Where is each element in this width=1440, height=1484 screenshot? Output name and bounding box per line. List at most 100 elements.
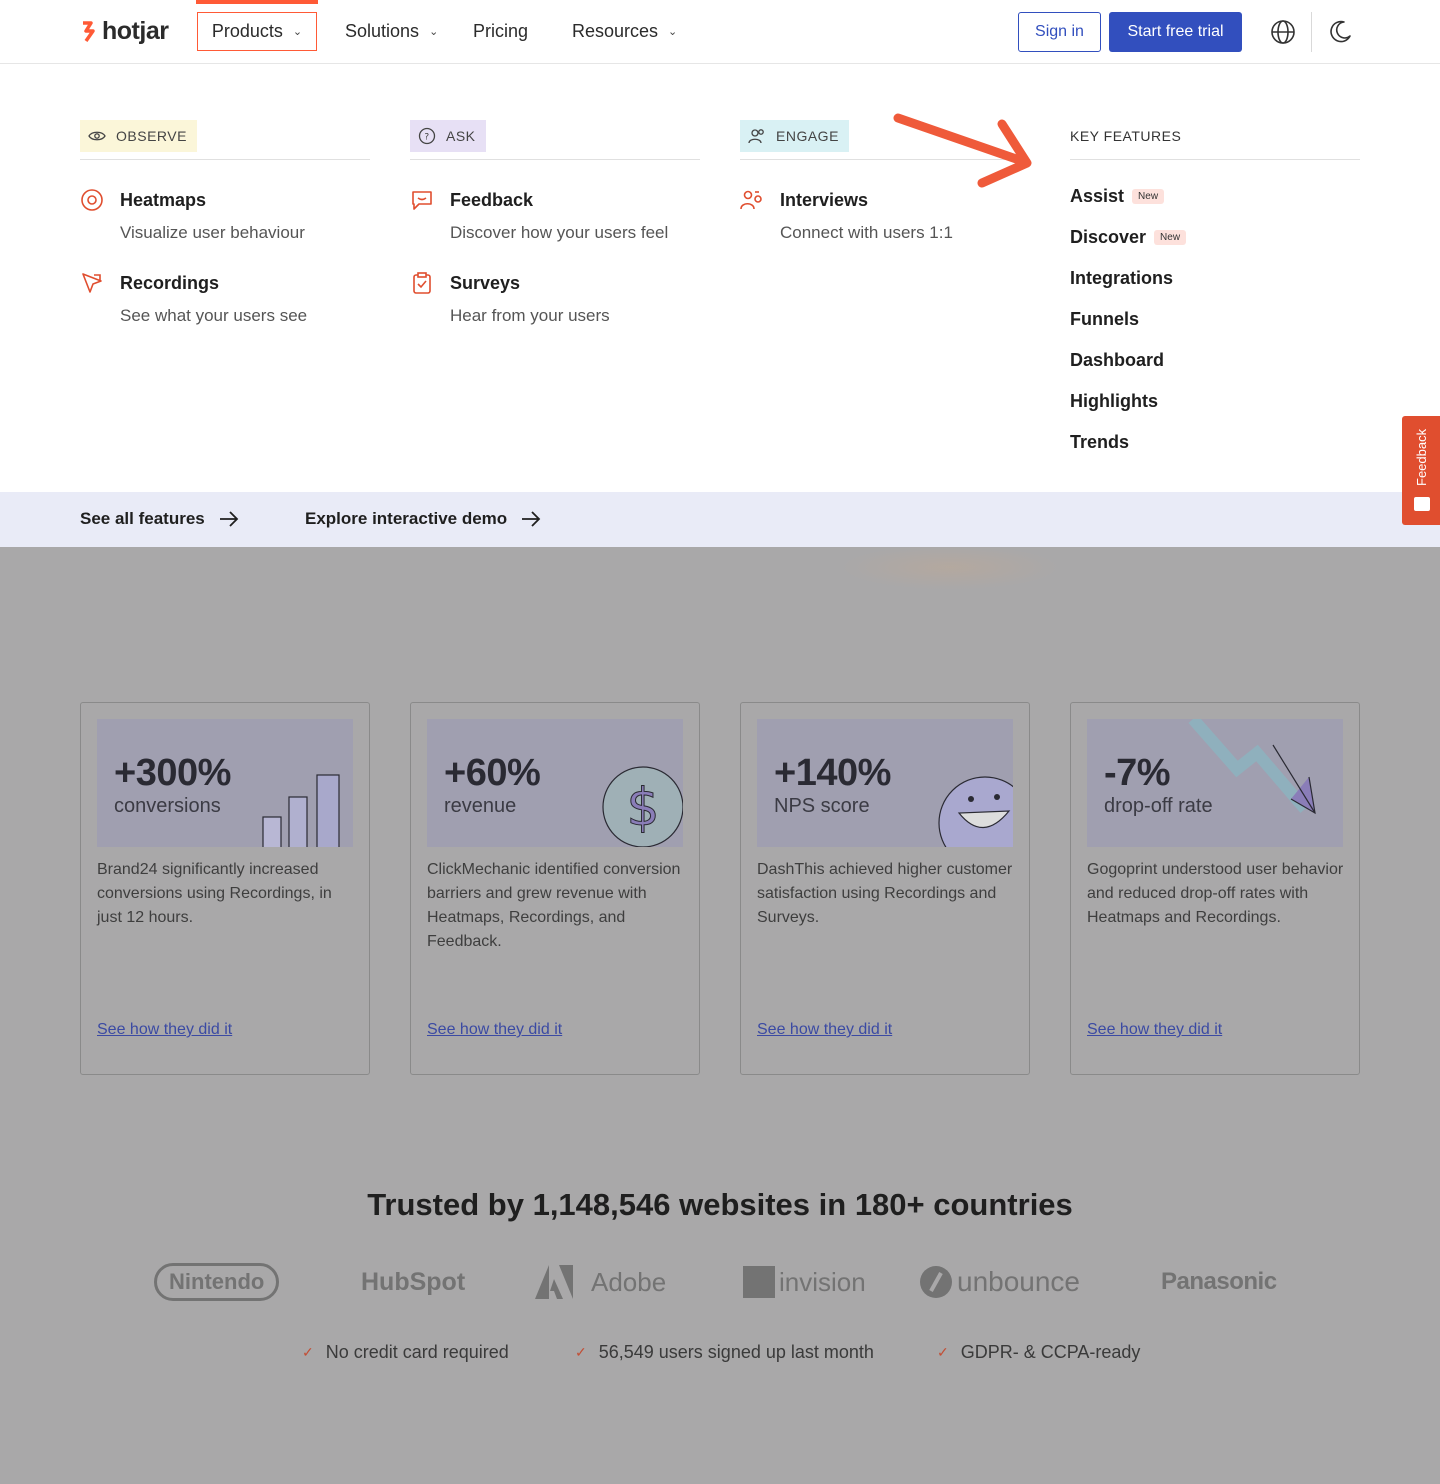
feature-link-trends[interactable]: Trends bbox=[1070, 432, 1129, 453]
menu-item-feedback[interactable]: Feedback Discover how your users feel bbox=[410, 186, 700, 246]
menu-item-heatmaps[interactable]: Heatmaps Visualize user behaviour bbox=[80, 186, 370, 246]
header-divider bbox=[1311, 12, 1312, 52]
question-bubble-icon: ? bbox=[418, 127, 436, 145]
observe-tag: OBSERVE bbox=[80, 120, 197, 152]
key-features-column: KEY FEATURES Assist New Discover New Int… bbox=[1070, 120, 1360, 452]
feature-link-discover[interactable]: Discover New bbox=[1070, 227, 1187, 248]
menu-item-recordings[interactable]: Recordings See what your users see bbox=[80, 269, 370, 329]
smiley-icon bbox=[1414, 497, 1430, 511]
ask-column: ? ASK Feedback Discover how your users f… bbox=[410, 120, 700, 325]
surveys-icon bbox=[413, 272, 431, 294]
annotation-arrow-icon bbox=[893, 113, 1032, 188]
case-study-link[interactable]: See how they did it bbox=[97, 1021, 232, 1039]
case-study-link[interactable]: See how they did it bbox=[427, 1021, 562, 1039]
check-item-label: GDPR- & CCPA-ready bbox=[960, 1342, 1141, 1362]
menu-item-desc: Hear from your users bbox=[450, 306, 610, 325]
menu-item-surveys[interactable]: Surveys Hear from your users bbox=[410, 269, 700, 329]
feature-link-integrations[interactable]: Integrations bbox=[1070, 268, 1173, 289]
eye-icon bbox=[88, 131, 106, 141]
key-features-label: KEY FEATURES bbox=[1070, 128, 1182, 144]
card-illustration: +300% conversions bbox=[97, 719, 353, 847]
feature-link-highlights[interactable]: Highlights bbox=[1070, 391, 1158, 412]
arrow-right-icon bbox=[522, 511, 541, 527]
adobe-logo-text: Adobe bbox=[591, 1266, 667, 1297]
check-item: ✓ 56,549 users signed up last month bbox=[575, 1342, 874, 1363]
ask-header: ? ASK bbox=[410, 120, 700, 160]
case-study-link[interactable]: See how they did it bbox=[1087, 1021, 1222, 1039]
svg-text:?: ? bbox=[424, 133, 429, 143]
see-all-features-link[interactable]: See all features bbox=[80, 509, 239, 529]
check-item-label: 56,549 users signed up last month bbox=[598, 1342, 874, 1362]
unbounce-mark-icon bbox=[920, 1266, 952, 1298]
key-features-header: KEY FEATURES bbox=[1070, 120, 1360, 160]
feedback-icon bbox=[412, 191, 432, 210]
card-description: Brand24 significantly increased conversi… bbox=[97, 861, 332, 926]
menu-item-title: Surveys bbox=[450, 273, 521, 293]
see-all-features-label: See all features bbox=[80, 509, 205, 528]
feature-link-funnels[interactable]: Funnels bbox=[1070, 309, 1139, 330]
top-navigation: hotjar Products ⌄ Solutions ⌄ Pricing Re… bbox=[0, 0, 1440, 64]
smiley-face-icon bbox=[938, 776, 1013, 847]
products-mega-menu: OBSERVE Heatmaps Visualize user behaviou… bbox=[0, 64, 1440, 492]
new-badge: New bbox=[1132, 189, 1165, 204]
engage-tag: ENGAGE bbox=[740, 120, 849, 152]
menu-item-interviews[interactable]: Interviews Connect with users 1:1 bbox=[740, 186, 1030, 246]
globe-icon[interactable] bbox=[1270, 19, 1296, 45]
check-icon: ✓ bbox=[575, 1344, 587, 1360]
recordings-icon bbox=[82, 273, 102, 293]
feature-link-dashboard[interactable]: Dashboard bbox=[1070, 350, 1164, 371]
card-stat: +300% bbox=[114, 752, 231, 794]
nav-pricing[interactable]: Pricing bbox=[473, 12, 528, 51]
invision-logo: invision bbox=[743, 1262, 866, 1302]
hotjar-flame-icon bbox=[83, 20, 95, 42]
nav-solutions[interactable]: Solutions ⌄ bbox=[345, 12, 438, 51]
chevron-down-icon: ⌄ bbox=[292, 26, 303, 38]
interviews-icon bbox=[740, 190, 762, 210]
case-study-card: -7% drop-off rate Gogoprint understood u… bbox=[1070, 702, 1360, 1075]
menu-item-title: Recordings bbox=[120, 273, 220, 293]
active-nav-indicator bbox=[196, 0, 318, 4]
explore-demo-link[interactable]: Explore interactive demo bbox=[305, 509, 541, 529]
card-stat: -7% bbox=[1104, 752, 1171, 794]
card-stat-label: drop-off rate bbox=[1104, 795, 1213, 817]
card-illustration: +140% NPS score bbox=[757, 719, 1013, 847]
nav-products-label: Products bbox=[211, 21, 283, 41]
case-study-card: +140% NPS score DashThis achieved higher… bbox=[740, 702, 1030, 1075]
adobe-mark-icon bbox=[535, 1265, 573, 1299]
nintendo-logo-text: Nintendo bbox=[154, 1263, 280, 1301]
background-glow bbox=[840, 545, 1060, 590]
ask-tag: ? ASK bbox=[410, 120, 486, 152]
dark-mode-icon[interactable] bbox=[1327, 19, 1353, 45]
check-icon: ✓ bbox=[937, 1344, 949, 1360]
new-badge: New bbox=[1154, 230, 1187, 245]
nav-products[interactable]: Products ⌄ bbox=[197, 12, 317, 51]
nav-pricing-label: Pricing bbox=[473, 21, 529, 41]
chevron-down-icon: ⌄ bbox=[429, 26, 439, 38]
hotjar-logo[interactable]: hotjar bbox=[80, 17, 169, 46]
nav-resources[interactable]: Resources ⌄ bbox=[572, 12, 677, 51]
nav-resources-label: Resources bbox=[572, 21, 659, 41]
svg-text:$: $ bbox=[626, 778, 659, 838]
bar-growth-icon bbox=[262, 774, 340, 847]
check-item: ✓ GDPR- & CCPA-ready bbox=[937, 1342, 1140, 1363]
nav-solutions-label: Solutions bbox=[345, 21, 420, 41]
start-free-trial-button[interactable]: Start free trial bbox=[1109, 12, 1242, 52]
check-icon: ✓ bbox=[302, 1344, 314, 1360]
engage-label: ENGAGE bbox=[776, 128, 839, 144]
sign-in-button[interactable]: Sign in bbox=[1018, 12, 1101, 52]
card-stat-label: revenue bbox=[444, 795, 517, 817]
unbounce-logo: unbounce bbox=[919, 1262, 1080, 1302]
observe-label: OBSERVE bbox=[116, 128, 187, 144]
card-illustration: $ +60% revenue bbox=[427, 719, 683, 847]
invision-mark-icon bbox=[743, 1266, 775, 1298]
case-study-link[interactable]: See how they did it bbox=[757, 1021, 892, 1039]
ask-label: ASK bbox=[446, 128, 476, 144]
card-description: ClickMechanic identified conversion barr… bbox=[427, 861, 681, 950]
hubspot-logo: HubSpot bbox=[361, 1262, 465, 1302]
feedback-tab-label: Feedback bbox=[1414, 428, 1429, 486]
feedback-side-tab[interactable]: Feedback bbox=[1402, 416, 1440, 525]
feature-link-assist[interactable]: Assist New bbox=[1070, 186, 1165, 207]
menu-item-desc: See what your users see bbox=[120, 306, 308, 325]
card-stat: +140% bbox=[774, 752, 891, 794]
card-description: DashThis achieved higher customer satisf… bbox=[757, 861, 1013, 926]
